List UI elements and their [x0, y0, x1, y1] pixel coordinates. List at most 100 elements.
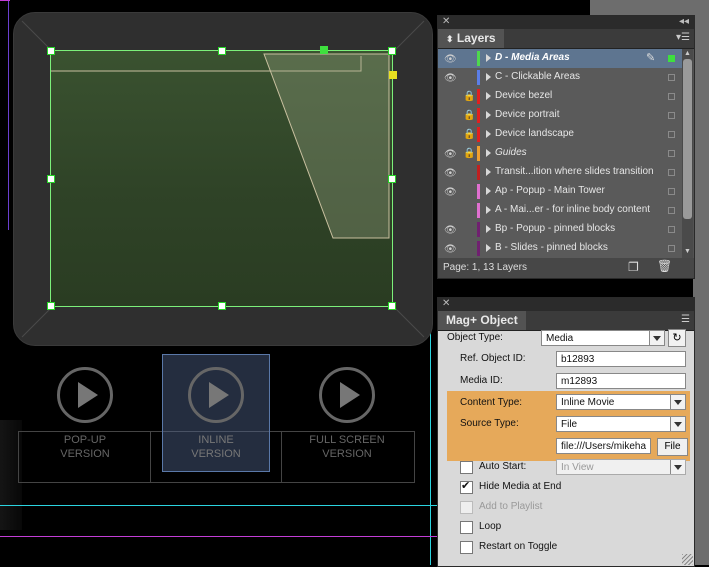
- tab-layers[interactable]: ⬍ Layers: [438, 29, 504, 48]
- resize-grip-icon[interactable]: [682, 554, 693, 565]
- hide-media-checkbox[interactable]: [460, 479, 473, 494]
- layer-target-box[interactable]: [668, 74, 675, 81]
- layer-row[interactable]: 🔒 Device bezel: [438, 87, 682, 107]
- expand-arrow-icon[interactable]: [486, 225, 491, 233]
- layer-row[interactable]: 👁 Ap - Popup - Main Tower: [438, 182, 682, 202]
- layers-list: 👁 D - Media Areas ✎ 👁 C - Clickable Areas 🔒 De…: [438, 49, 682, 258]
- layer-row[interactable]: 👁 C - Clickable Areas: [438, 68, 682, 88]
- layer-name: Bp - Popup - pinned blocks: [495, 223, 616, 234]
- selection-handle[interactable]: [388, 47, 396, 55]
- layer-color-swatch: [477, 70, 480, 85]
- expand-arrow-icon[interactable]: [486, 149, 491, 157]
- layer-target-box[interactable]: [668, 112, 675, 119]
- lock-icon[interactable]: 🔒: [463, 129, 475, 140]
- layer-target-box[interactable]: [668, 188, 675, 195]
- magplus-panel: ✕ Mag+ Object ☰ Object Type: Media ↻ Ref…: [437, 297, 695, 567]
- object-type-select[interactable]: Media: [541, 330, 665, 346]
- eye-icon[interactable]: 👁: [444, 225, 457, 236]
- refresh-icon[interactable]: ↻: [668, 329, 686, 347]
- expand-arrow-icon[interactable]: [486, 73, 491, 81]
- panel-menu-icon[interactable]: ▾☰: [676, 32, 690, 43]
- layer-name: Ap - Popup - Main Tower: [495, 185, 605, 196]
- layer-target-box[interactable]: [668, 131, 675, 138]
- layer-row[interactable]: 👁 Bp - Popup - pinned blocks: [438, 220, 682, 240]
- panel-menu-icon[interactable]: ☰: [681, 314, 690, 325]
- layer-row[interactable]: 🔒 Device landscape: [438, 125, 682, 145]
- selection-handle[interactable]: [47, 302, 55, 310]
- pen-icon: ✎: [646, 52, 656, 64]
- lock-icon[interactable]: 🔒: [463, 110, 475, 121]
- media-area-frame[interactable]: [50, 50, 393, 307]
- sort-icon: ⬍: [446, 34, 454, 44]
- source-type-select[interactable]: File: [556, 416, 686, 432]
- layer-target-box[interactable]: [668, 150, 675, 157]
- expand-arrow-icon[interactable]: [486, 168, 491, 176]
- layer-row[interactable]: 👁 Transit...ition where slides transition: [438, 163, 682, 183]
- expand-arrow-icon[interactable]: [486, 244, 491, 252]
- popup-play-icon[interactable]: [57, 367, 113, 423]
- eye-icon[interactable]: 👁: [444, 73, 457, 84]
- auto-start-select[interactable]: In View: [556, 459, 686, 475]
- eye-icon[interactable]: 👁: [444, 149, 457, 160]
- trash-icon[interactable]: 🗑: [657, 259, 672, 273]
- expand-arrow-icon[interactable]: [486, 187, 491, 195]
- layer-row[interactable]: 👁 B - Slides - pinned blocks: [438, 239, 682, 258]
- layer-name: Device bezel: [495, 90, 553, 101]
- file-path-field[interactable]: file:///Users/mikeha: [556, 438, 651, 454]
- layer-name: A - Mai...er - for inline body content: [495, 204, 651, 215]
- fullscreen-play-icon[interactable]: [319, 367, 375, 423]
- eye-icon[interactable]: 👁: [444, 54, 457, 65]
- content-grabber[interactable]: [389, 71, 397, 79]
- inline-play-icon[interactable]: [188, 367, 244, 423]
- file-button[interactable]: File: [657, 438, 688, 456]
- layer-name: Device portrait: [495, 109, 560, 120]
- selection-handle[interactable]: [388, 175, 396, 183]
- selection-handle[interactable]: [47, 47, 55, 55]
- expand-arrow-icon[interactable]: [486, 92, 491, 100]
- tab-magplus-object[interactable]: Mag+ Object: [438, 311, 526, 330]
- eye-icon[interactable]: 👁: [444, 168, 457, 179]
- expand-arrow-icon[interactable]: [486, 111, 491, 119]
- content-type-select[interactable]: Inline Movie: [556, 394, 686, 410]
- selection-handle[interactable]: [388, 302, 396, 310]
- layer-target-box[interactable]: [668, 226, 675, 233]
- restart-toggle-checkbox[interactable]: [460, 541, 473, 554]
- lock-icon[interactable]: 🔒: [463, 91, 475, 102]
- expand-arrow-icon[interactable]: [486, 206, 491, 214]
- layer-name: B - Slides - pinned blocks: [495, 242, 608, 253]
- source-type-value: File: [561, 419, 578, 430]
- layer-row[interactable]: A - Mai...er - for inline body content: [438, 201, 682, 221]
- eye-icon[interactable]: 👁: [444, 244, 457, 255]
- close-icon[interactable]: ✕: [442, 16, 450, 27]
- collapse-icon[interactable]: ◂◂: [679, 16, 689, 27]
- new-layer-icon[interactable]: ❐: [628, 260, 639, 274]
- lock-icon[interactable]: 🔒: [463, 148, 475, 159]
- layers-scrollbar[interactable]: ▲ ▼: [682, 49, 693, 258]
- expand-arrow-icon[interactable]: [486, 130, 491, 138]
- loop-checkbox[interactable]: [460, 521, 473, 534]
- center-handle[interactable]: [320, 46, 328, 54]
- tab-label: Layers: [456, 31, 496, 45]
- expand-arrow-icon[interactable]: [486, 54, 491, 62]
- eye-icon[interactable]: 👁: [444, 187, 457, 198]
- close-icon[interactable]: ✕: [442, 298, 450, 309]
- layer-target-box[interactable]: [668, 169, 675, 176]
- layer-target-box[interactable]: [668, 93, 675, 100]
- selection-handle[interactable]: [218, 302, 226, 310]
- selection-handle[interactable]: [218, 47, 226, 55]
- ref-id-field[interactable]: b12893: [556, 351, 686, 367]
- auto-start-checkbox[interactable]: [460, 461, 473, 474]
- selection-handle[interactable]: [47, 175, 55, 183]
- layer-target-box[interactable]: [668, 55, 675, 62]
- ref-id-label: Ref. Object ID:: [460, 353, 526, 364]
- layer-row[interactable]: 🔒 Device portrait: [438, 106, 682, 126]
- layer-row[interactable]: 👁 🔒 Guides: [438, 144, 682, 164]
- layer-target-box[interactable]: [668, 207, 675, 214]
- layer-target-box[interactable]: [668, 245, 675, 252]
- media-id-field[interactable]: m12893: [556, 373, 686, 389]
- scroll-up-icon[interactable]: ▲: [684, 50, 691, 57]
- scrollbar-thumb[interactable]: [683, 59, 692, 219]
- layer-row[interactable]: 👁 D - Media Areas ✎: [438, 49, 682, 69]
- add-playlist-checkbox[interactable]: [460, 501, 473, 514]
- scroll-down-icon[interactable]: ▼: [684, 248, 691, 255]
